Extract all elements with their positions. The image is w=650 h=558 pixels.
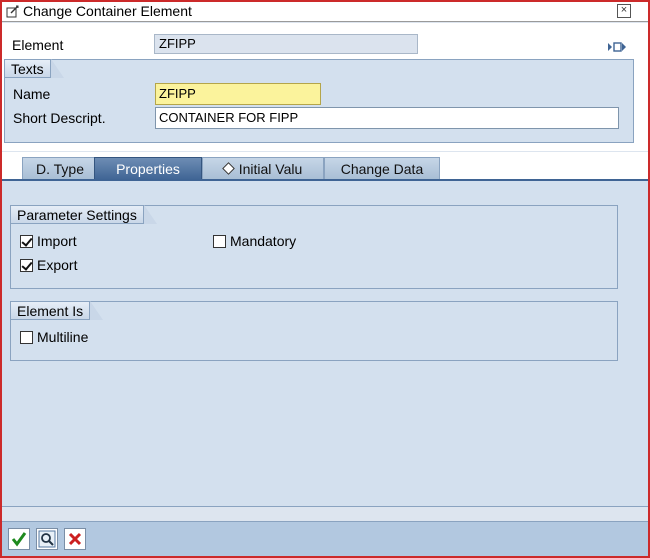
title-bar: Change Container Element × — [2, 2, 648, 22]
tab-change-data[interactable]: Change Data — [324, 157, 440, 180]
short-description-input[interactable]: CONTAINER FOR FIPP — [155, 107, 619, 129]
mandatory-checkbox-row[interactable]: Mandatory — [213, 233, 296, 249]
tab-properties[interactable]: Properties — [94, 157, 202, 180]
mandatory-checkbox[interactable] — [213, 235, 226, 248]
tab-initial-value-label: Initial Valu — [238, 161, 303, 177]
import-checkbox-row[interactable]: Import — [20, 233, 77, 249]
tab-data-type[interactable]: D. Type — [22, 157, 98, 180]
element-field: ZFIPP — [154, 34, 418, 54]
tab-strip: D. Type Properties Initial Valu Change D… — [2, 152, 648, 182]
parameter-settings-group: Parameter Settings Import Export Mandato… — [10, 205, 618, 289]
mandatory-label: Mandatory — [230, 233, 297, 249]
next-arrow-icon[interactable] — [606, 41, 628, 53]
header-area: Element ZFIPP Texts Name ZFIPP Short Des… — [2, 23, 648, 151]
texts-group-title: Texts — [5, 59, 64, 78]
element-is-group: Element Is Multiline — [10, 301, 618, 361]
parameter-settings-title: Parameter Settings — [11, 205, 157, 224]
cancel-x-icon — [68, 532, 82, 546]
bottom-toolbar — [2, 521, 648, 556]
short-description-label: Short Descript. — [13, 110, 106, 126]
confirm-button[interactable] — [8, 528, 30, 550]
export-label: Export — [37, 257, 78, 273]
export-checkbox-row[interactable]: Export — [20, 257, 77, 273]
import-label: Import — [37, 233, 77, 249]
name-input[interactable]: ZFIPP — [155, 83, 321, 105]
search-button[interactable] — [36, 528, 58, 550]
multiline-checkbox[interactable] — [20, 331, 33, 344]
change-container-dialog: Change Container Element × Element ZFIPP… — [0, 0, 650, 558]
close-button[interactable]: × — [617, 4, 631, 18]
properties-panel: Parameter Settings Import Export Mandato… — [2, 179, 648, 507]
texts-group: Texts Name ZFIPP Short Descript. CONTAIN… — [4, 59, 634, 143]
cancel-button[interactable] — [64, 528, 86, 550]
tab-change-data-label: Change Data — [340, 161, 424, 177]
checkmark-icon — [11, 532, 27, 547]
export-checkbox[interactable] — [20, 259, 33, 272]
tab-properties-label: Properties — [116, 161, 180, 177]
multiline-label: Multiline — [37, 329, 89, 345]
window-title: Change Container Element — [23, 3, 192, 19]
element-label: Element — [12, 37, 64, 53]
edit-document-icon — [6, 5, 19, 18]
magnifier-icon — [38, 530, 56, 548]
name-label: Name — [13, 86, 51, 102]
import-checkbox[interactable] — [20, 235, 33, 248]
tab-data-type-label: D. Type — [36, 161, 84, 177]
element-is-title: Element Is — [11, 301, 104, 320]
multiline-checkbox-row[interactable]: Multiline — [20, 329, 88, 345]
diamond-icon — [221, 162, 235, 175]
tab-initial-value[interactable]: Initial Valu — [202, 157, 324, 180]
